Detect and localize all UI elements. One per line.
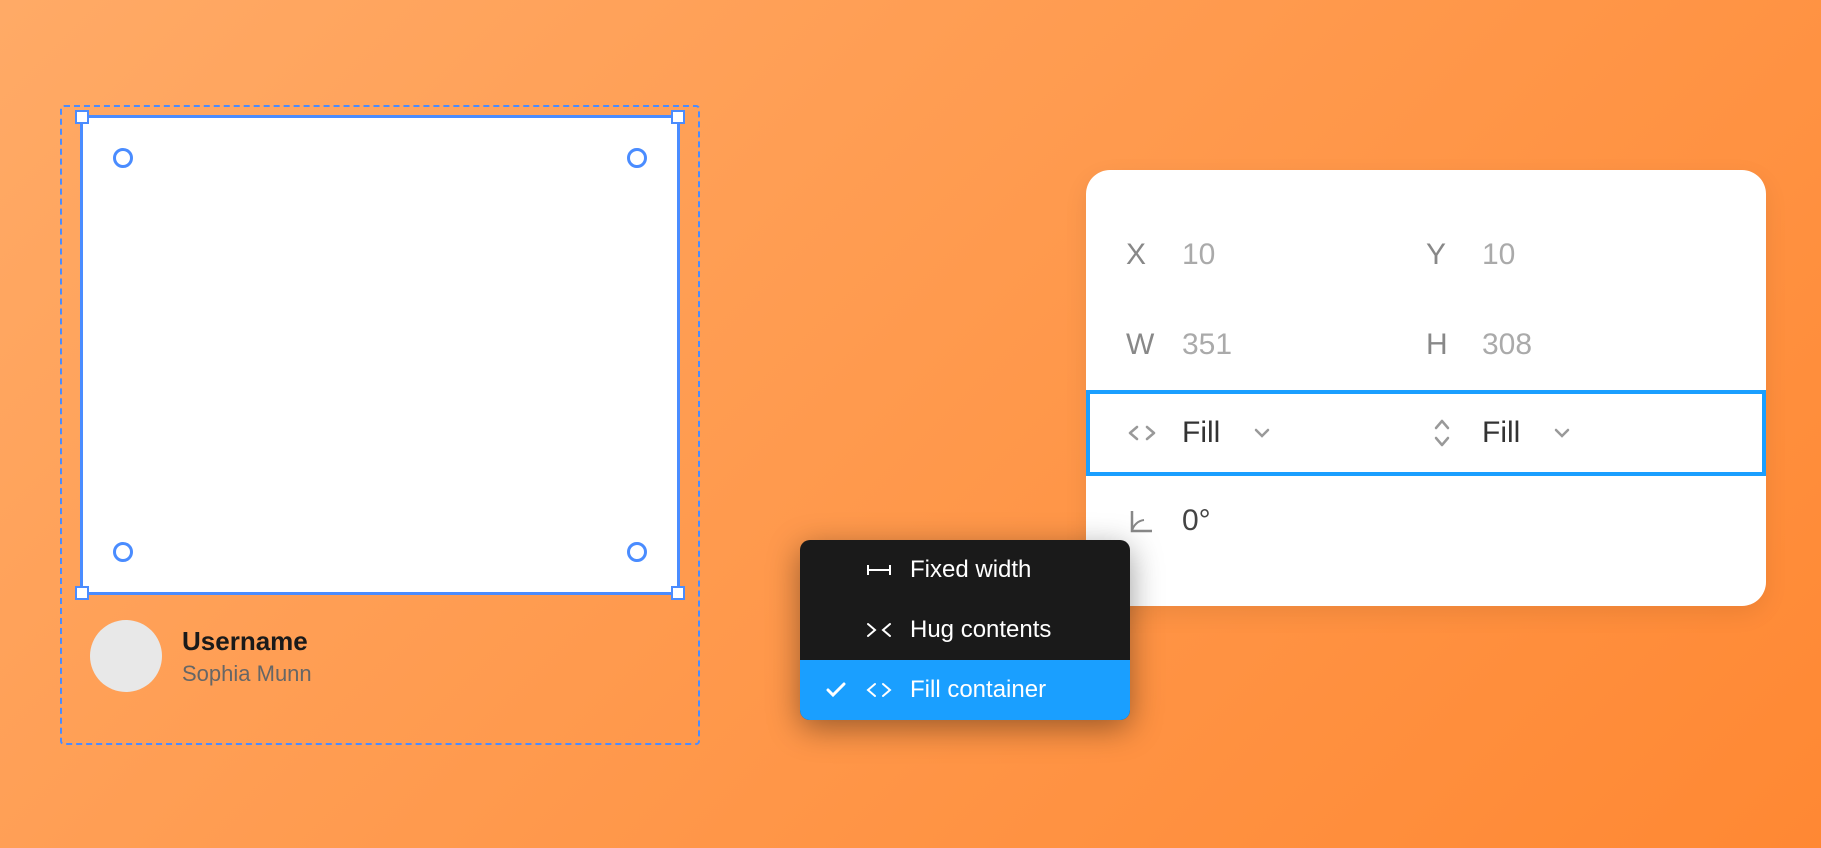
sizing-mode-row: Fill Fill: [1086, 390, 1766, 476]
user-info-row: Username Sophia Munn: [90, 620, 312, 692]
resize-handle-bottom-right[interactable]: [671, 586, 685, 600]
fixed-width-icon: [866, 563, 892, 577]
w-value: 351: [1182, 328, 1232, 362]
horizontal-fill-icon: [1126, 417, 1158, 449]
h-value: 308: [1482, 328, 1532, 362]
check-icon: [824, 682, 848, 698]
chevron-down-icon: [1554, 428, 1570, 438]
corner-radius-handle-bottom-right[interactable]: [627, 542, 647, 562]
corner-radius-handle-top-left[interactable]: [113, 148, 133, 168]
w-label: W: [1126, 328, 1158, 362]
resize-handle-top-right[interactable]: [671, 110, 685, 124]
y-value: 10: [1482, 238, 1515, 272]
fill-container-icon: [866, 682, 892, 698]
username-heading: Username: [182, 626, 312, 657]
x-position-field[interactable]: X 10: [1126, 238, 1426, 272]
height-field[interactable]: H 308: [1426, 328, 1726, 362]
avatar: [90, 620, 162, 692]
corner-radius-handle-top-right[interactable]: [627, 148, 647, 168]
dropdown-item-fixed-width[interactable]: Fixed width: [800, 540, 1130, 600]
dropdown-item-label: Hug contents: [910, 616, 1051, 644]
resize-handle-bottom-left[interactable]: [75, 586, 89, 600]
height-sizing-value: Fill: [1482, 416, 1520, 450]
chevron-down-icon: [1254, 428, 1270, 438]
h-label: H: [1426, 328, 1458, 362]
dropdown-item-label: Fixed width: [910, 556, 1031, 584]
x-value: 10: [1182, 238, 1215, 272]
hug-contents-icon: [866, 622, 892, 638]
width-sizing-dropdown[interactable]: Fill: [1126, 416, 1426, 450]
width-field[interactable]: W 351: [1126, 328, 1426, 362]
dropdown-item-label: Fill container: [910, 676, 1046, 704]
width-sizing-value: Fill: [1182, 416, 1220, 450]
resize-handle-top-left[interactable]: [75, 110, 89, 124]
position-row: X 10 Y 10: [1086, 210, 1766, 300]
size-row: W 351 H 308: [1086, 300, 1766, 390]
vertical-fill-icon: [1426, 417, 1458, 449]
height-sizing-dropdown[interactable]: Fill: [1426, 416, 1726, 450]
y-position-field[interactable]: Y 10: [1426, 238, 1726, 272]
username-value: Sophia Munn: [182, 661, 312, 687]
user-text-block: Username Sophia Munn: [182, 626, 312, 687]
dropdown-item-hug-contents[interactable]: Hug contents: [800, 600, 1130, 660]
sizing-dropdown-menu: Fixed width Hug contents Fill container: [800, 540, 1130, 720]
properties-panel: X 10 Y 10 W 351 H 308 Fill: [1086, 170, 1766, 606]
corner-radius-handle-bottom-left[interactable]: [113, 542, 133, 562]
rotation-field[interactable]: 0°: [1126, 504, 1426, 538]
rotation-value: 0°: [1182, 504, 1211, 538]
y-label: Y: [1426, 238, 1458, 272]
selected-frame[interactable]: [80, 115, 680, 595]
angle-icon: [1126, 505, 1158, 537]
dropdown-item-fill-container[interactable]: Fill container: [800, 660, 1130, 720]
x-label: X: [1126, 238, 1158, 272]
rotation-row: 0°: [1086, 476, 1766, 566]
